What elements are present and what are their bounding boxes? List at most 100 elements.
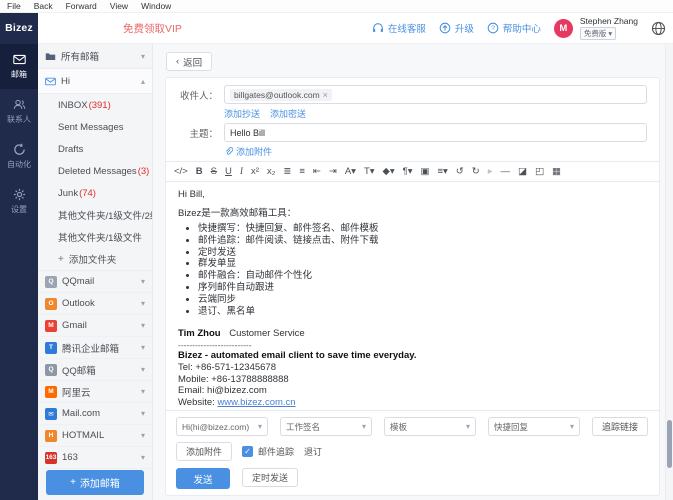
play-icon[interactable]: ▸: [488, 166, 493, 177]
folder-list: INBOX(391) Sent Messages Drafts Deleted …: [38, 94, 152, 248]
schedule-send-button[interactable]: 定时发送: [242, 468, 298, 487]
subscript-icon[interactable]: x₂: [267, 166, 275, 177]
add-attachment-button[interactable]: 添加附件: [176, 442, 232, 461]
recipient-chip[interactable]: billgates@outlook.com ×: [230, 89, 332, 101]
account-item[interactable]: H HOTMAIL ▾: [38, 425, 152, 447]
from-account-select[interactable]: Hi(hi@bizez.com) ▾: [176, 417, 268, 436]
account-item[interactable]: 163 163 ▾: [38, 447, 152, 469]
add-folder-button[interactable]: + 添加文件夹: [38, 248, 152, 271]
quick-reply-select[interactable]: 快捷回复 ▾: [488, 417, 580, 436]
free-vip-link[interactable]: 免费领取VIP: [123, 21, 182, 36]
code-view-icon[interactable]: </>: [174, 166, 188, 177]
table-icon[interactable]: ▦: [552, 166, 561, 177]
align-icon[interactable]: ≡▾: [437, 166, 447, 177]
scrollbar-thumb[interactable]: [667, 420, 672, 468]
email-tracking-checkbox[interactable]: ✓: [242, 446, 253, 457]
account-item[interactable]: T 腾讯企业邮箱 ▾: [38, 337, 152, 359]
unsubscribe-option[interactable]: 退订: [304, 445, 322, 458]
indent-icon[interactable]: ⇥: [329, 166, 337, 177]
avatar[interactable]: M: [554, 19, 573, 38]
account-hi[interactable]: Hi ▴: [38, 69, 152, 94]
help-center-button[interactable]: ? 帮助中心: [487, 21, 541, 35]
chevron-down-icon[interactable]: ▾: [141, 431, 145, 440]
folder-item[interactable]: Junk(74): [38, 182, 152, 204]
folder-item[interactable]: Drafts: [38, 138, 152, 160]
email-body-editor[interactable]: Hi Bill, Bizez是一款高效邮箱工具： 快捷撰写：快捷回复、邮件签名、…: [166, 182, 659, 410]
font-size-icon[interactable]: T▾: [364, 166, 375, 177]
user-block[interactable]: Stephen Zhang 免费版▾: [580, 16, 638, 40]
chevron-down-icon[interactable]: ▾: [141, 409, 145, 418]
chevron-down-icon[interactable]: ▾: [141, 343, 145, 352]
language-globe-button[interactable]: [651, 21, 666, 36]
folder-item[interactable]: INBOX(391): [38, 94, 152, 116]
add-bcc-link[interactable]: 添加密送: [270, 107, 306, 120]
account-item[interactable]: Q QQmail ▾: [38, 271, 152, 293]
account-item[interactable]: Q QQ邮箱 ▾: [38, 359, 152, 381]
signature-tel: Tel: +86-571-12345678: [178, 362, 647, 374]
menu-item[interactable]: View: [110, 1, 128, 11]
chevron-down-icon[interactable]: ▾: [141, 321, 145, 330]
unordered-list-icon[interactable]: ≣: [283, 166, 291, 177]
signature-website-link[interactable]: www.bizez.com.cn: [217, 397, 295, 408]
rail-item-contacts[interactable]: 联系人: [0, 89, 38, 134]
chevron-down-icon[interactable]: ▾: [141, 52, 145, 61]
strikethrough-icon[interactable]: S: [211, 166, 217, 177]
undo-icon[interactable]: ↺: [456, 166, 464, 177]
redo-icon[interactable]: ↻: [472, 166, 480, 177]
chevron-down-icon[interactable]: ▾: [141, 387, 145, 396]
signature-block: Tim Zhou Customer Service --------------…: [178, 328, 647, 410]
upgrade-button[interactable]: 升级: [439, 21, 474, 35]
add-mailbox-button[interactable]: + 添加邮箱: [46, 470, 144, 495]
online-service-button[interactable]: 在线客服: [372, 21, 426, 35]
vertical-scrollbar[interactable]: [665, 44, 673, 500]
rail-item-settings[interactable]: 设置: [0, 179, 38, 224]
folder-item[interactable]: Deleted Messages(3): [38, 160, 152, 182]
account-item[interactable]: ✉ Mail.com ▾: [38, 403, 152, 425]
folder-item[interactable]: 其他文件夹/1级文件: [38, 226, 152, 248]
chevron-down-icon[interactable]: ▾: [141, 277, 145, 286]
plan-badge[interactable]: 免费版▾: [580, 27, 616, 40]
rail-item-automation[interactable]: 自动化: [0, 134, 38, 179]
clear-format-icon[interactable]: ◪: [518, 166, 527, 177]
insert-image-icon[interactable]: ▣: [420, 166, 429, 177]
folder-item[interactable]: 其他文件夹/1级文件/2级...: [38, 204, 152, 226]
menu-item[interactable]: Back: [34, 1, 53, 11]
underline-icon[interactable]: U: [225, 166, 232, 177]
add-cc-link[interactable]: 添加抄送: [224, 107, 260, 120]
menu-item[interactable]: File: [7, 1, 21, 11]
chevron-up-icon[interactable]: ▴: [141, 77, 145, 86]
chevron-down-icon[interactable]: ▾: [141, 299, 145, 308]
chevron-down-icon[interactable]: ▾: [141, 453, 145, 462]
all-mailboxes-selector[interactable]: 所有邮箱 ▾: [38, 44, 152, 69]
paragraph-icon[interactable]: ¶▾: [403, 166, 413, 177]
italic-icon[interactable]: I: [240, 167, 243, 177]
back-button[interactable]: ‹ 返回: [166, 52, 212, 71]
menu-item[interactable]: Forward: [66, 1, 97, 11]
folder-item[interactable]: Sent Messages: [38, 116, 152, 138]
send-button[interactable]: 发送: [176, 468, 230, 489]
fullscreen-icon[interactable]: ◰: [535, 166, 544, 177]
highlight-icon[interactable]: ◆▾: [383, 166, 395, 177]
to-field[interactable]: billgates@outlook.com ×: [224, 85, 647, 104]
font-color-icon[interactable]: A▾: [345, 166, 356, 177]
mail-icon: [13, 53, 26, 66]
ordered-list-icon[interactable]: ≡: [299, 166, 305, 177]
template-select[interactable]: 模板 ▾: [384, 417, 476, 436]
account-item[interactable]: M Gmail ▾: [38, 315, 152, 337]
outdent-icon[interactable]: ⇤: [313, 166, 321, 177]
menu-item[interactable]: Window: [141, 1, 171, 11]
signature-select[interactable]: 工作签名 ▾: [280, 417, 372, 436]
chevron-down-icon[interactable]: ▾: [141, 365, 145, 374]
rail-label-mail: 邮箱: [11, 69, 27, 80]
account-item[interactable]: M 阿里云 ▾: [38, 381, 152, 403]
add-attachment-link[interactable]: 添加附件: [224, 145, 272, 158]
rail-item-mail[interactable]: 邮箱: [0, 44, 38, 89]
remove-recipient-icon[interactable]: ×: [323, 90, 328, 100]
bold-icon[interactable]: B: [196, 166, 203, 177]
app-logo[interactable]: Bizez: [0, 13, 38, 44]
account-item[interactable]: O Outlook ▾: [38, 293, 152, 315]
horizontal-rule-icon[interactable]: —: [501, 166, 511, 177]
superscript-icon[interactable]: x²: [251, 166, 259, 177]
track-link-button[interactable]: 追踪链接: [592, 417, 648, 436]
subject-input[interactable]: [224, 123, 647, 142]
